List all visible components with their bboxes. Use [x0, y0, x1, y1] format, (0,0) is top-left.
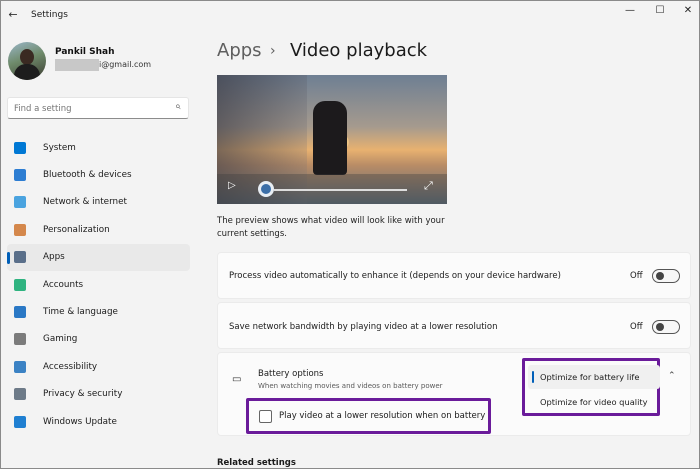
sidebar-item-label: Apps [43, 252, 65, 263]
option-video-quality[interactable]: Optimize for video quality [528, 390, 660, 414]
sidebar-item-label: System [43, 142, 76, 153]
battery-options-title: Battery options [258, 369, 324, 379]
sidebar-item-label: Windows Update [43, 416, 117, 427]
back-arrow-icon[interactable]: ← [5, 7, 21, 23]
search-box[interactable]: ⌕ [7, 97, 189, 119]
sidebar-item-windows-update[interactable]: Windows Update [7, 408, 190, 435]
title-bar: ← Settings — ☐ ✕ [1, 1, 699, 31]
sidebar-item-system[interactable]: System [7, 134, 190, 161]
related-settings-heading: Related settings [217, 458, 296, 468]
sidebar-item-label: Network & internet [43, 197, 127, 208]
enhance-state: Off [630, 271, 643, 281]
email-redaction [55, 59, 99, 71]
play-icon[interactable]: ▷ [228, 180, 236, 191]
search-input[interactable] [14, 101, 164, 116]
sidebar-item-accounts[interactable]: Accounts [7, 271, 190, 298]
sidebar-item-accessibility[interactable]: Accessibility [7, 353, 190, 380]
close-icon[interactable]: ✕ [677, 4, 699, 18]
personalization-icon [14, 223, 26, 236]
enhance-toggle[interactable] [652, 269, 680, 283]
network-internet-icon [14, 196, 26, 209]
lower-resolution-label[interactable]: Play video at a lower resolution when on… [279, 411, 485, 421]
sidebar-item-personalization[interactable]: Personalization [7, 216, 190, 243]
video-preview[interactable]: ▷ ⤢ [217, 75, 447, 204]
bandwidth-label: Save network bandwidth by playing video … [229, 322, 498, 332]
sidebar-item-label: Time & language [43, 307, 118, 318]
setting-bandwidth-card: Save network bandwidth by playing video … [217, 302, 691, 349]
sidebar-item-label: Accessibility [43, 361, 98, 372]
bandwidth-toggle[interactable] [652, 320, 680, 334]
minimize-icon[interactable]: — [619, 4, 641, 18]
user-email: i@gmail.com [99, 60, 152, 69]
sidebar-item-label: Personalization [43, 224, 110, 235]
gaming-icon [14, 333, 26, 346]
seek-bar[interactable] [274, 189, 407, 191]
battery-icon: ▭ [232, 374, 242, 385]
apps-icon [14, 251, 26, 264]
sidebar-item-label: Privacy & security [43, 389, 123, 400]
windows-update-icon [14, 415, 26, 428]
battery-options-subtitle: When watching movies and videos on batte… [258, 382, 443, 390]
search-icon[interactable]: ⌕ [175, 101, 181, 112]
sidebar-item-time-language[interactable]: Time & language [7, 298, 190, 325]
breadcrumb-separator-icon: › [270, 43, 276, 59]
sidebar-item-gaming[interactable]: Gaming [7, 326, 190, 353]
lower-resolution-checkbox[interactable] [259, 410, 272, 423]
sidebar-item-bluetooth-devices[interactable]: Bluetooth & devices [7, 161, 190, 188]
preview-description: The preview shows what video will look l… [217, 216, 445, 239]
bandwidth-state: Off [630, 322, 643, 332]
time-language-icon [14, 306, 26, 319]
accessibility-icon [14, 360, 26, 373]
breadcrumb-apps[interactable]: Apps [217, 40, 262, 61]
system-icon [14, 141, 26, 154]
privacy-security-icon [14, 388, 26, 401]
sidebar-item-apps[interactable]: Apps [7, 243, 190, 271]
seek-thumb[interactable] [258, 181, 274, 197]
chevron-up-icon[interactable]: ⌃ [668, 371, 676, 381]
battery-optimize-dropdown[interactable]: Optimize for battery life Optimize for v… [522, 358, 660, 416]
lower-resolution-option: Play video at a lower resolution when on… [246, 398, 491, 434]
fullscreen-icon[interactable]: ⤢ [424, 179, 433, 193]
user-name: Pankil Shah [55, 47, 115, 57]
bluetooth-devices-icon [14, 169, 26, 182]
sidebar-nav: System Bluetooth & devices Network & inter… [7, 134, 190, 435]
sidebar-item-privacy-security[interactable]: Privacy & security [7, 381, 190, 408]
sidebar-item-network-internet[interactable]: Network & internet [7, 189, 190, 216]
enhance-label: Process video automatically to enhance i… [229, 271, 561, 281]
sidebar-item-label: Accounts [43, 279, 84, 290]
sidebar-item-label: Bluetooth & devices [43, 170, 132, 181]
accounts-icon [14, 278, 26, 291]
avatar[interactable] [8, 42, 46, 80]
app-title: Settings [31, 10, 68, 20]
maximize-icon[interactable]: ☐ [649, 4, 671, 18]
sidebar-item-label: Gaming [43, 334, 78, 345]
page-title: Video playback [290, 40, 428, 61]
option-battery-life[interactable]: Optimize for battery life [528, 365, 660, 389]
setting-enhance-card: Process video automatically to enhance i… [217, 252, 691, 299]
